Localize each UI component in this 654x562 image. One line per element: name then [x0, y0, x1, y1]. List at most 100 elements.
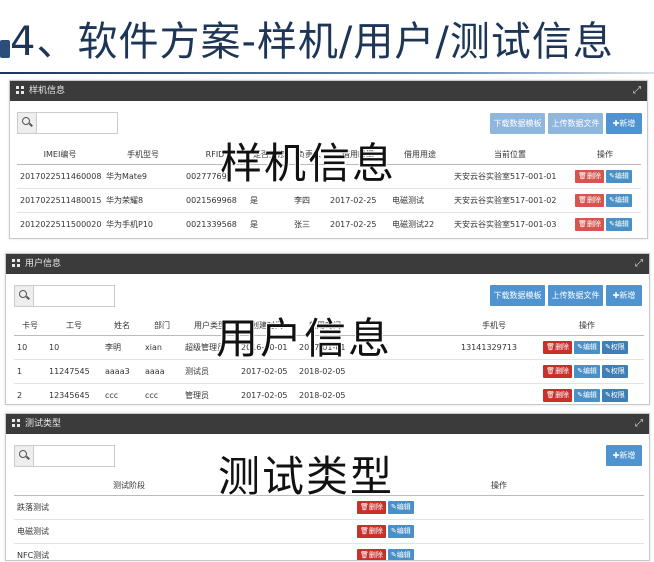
upload-data-button[interactable]: 上传数据文件	[548, 113, 603, 134]
slide-title: 4、软件方案-样机/用户/测试信息	[10, 19, 614, 65]
column-header[interactable]: 手机号	[458, 316, 530, 336]
delete-button[interactable]: 🗑删除	[357, 525, 386, 538]
search-icon[interactable]	[15, 446, 34, 466]
column-header[interactable]: IMEI编号	[17, 145, 103, 165]
edit-button[interactable]: ✎编辑	[574, 389, 600, 402]
delete-button[interactable]: 🗑删除	[357, 501, 386, 514]
column-header[interactable]: 姓名	[102, 316, 142, 336]
search-icon[interactable]	[18, 113, 37, 133]
permission-button[interactable]: ✎权限	[601, 389, 628, 402]
actions-cell: 🗑删除 ✎编辑 ✎权限	[530, 335, 644, 360]
table-row[interactable]: 电磁测试 🗑删除 ✎编辑	[14, 519, 644, 544]
phone-cell	[458, 359, 530, 384]
sample-search-box[interactable]	[17, 112, 118, 134]
test-search-box[interactable]	[14, 445, 115, 467]
purpose-cell: 电磁测试22	[389, 212, 451, 236]
card-cell: 1	[14, 359, 46, 384]
sample-panel-header: 样机信息 ⤢	[10, 81, 647, 101]
title-underline	[0, 72, 654, 74]
grid-icon	[12, 419, 20, 427]
delete-button[interactable]: 🗑删除	[543, 389, 573, 402]
column-header[interactable]: 测试阶段	[14, 476, 244, 496]
purpose-cell: 电磁测试	[389, 188, 451, 213]
delete-button[interactable]: 🗑删除	[357, 549, 386, 560]
user-search-box[interactable]	[14, 285, 115, 307]
repair-cell: 是	[247, 188, 291, 213]
column-header: 操作	[354, 476, 644, 496]
edit-button[interactable]: ✎编辑	[387, 525, 414, 538]
test-phase-cell: 跌落测试	[14, 495, 244, 520]
expand-icon[interactable]: ⤢	[633, 81, 641, 101]
edit-button[interactable]: ✎编辑	[606, 218, 632, 231]
test-type-panel: 测试类型 ⤢ ✚新增 测试阶段 操作 跌落测试 🗑删除 ✎编辑 电磁测试 🗑删除…	[5, 413, 650, 561]
edit-button[interactable]: ✎编辑	[606, 194, 632, 207]
department-cell: ccc	[142, 383, 182, 404]
search-icon[interactable]	[15, 286, 34, 306]
column-header[interactable]: 手机型号	[103, 145, 183, 165]
column-header[interactable]: 工号	[46, 316, 102, 336]
slide-title-bar: 4、软件方案-样机/用户/测试信息	[0, 0, 654, 78]
owner-cell: 李四	[291, 188, 327, 213]
edit-button[interactable]: ✎编辑	[574, 365, 600, 378]
column-header[interactable]: 卡号	[14, 316, 46, 336]
permission-button[interactable]: ✎权限	[601, 365, 628, 378]
upload-data-button[interactable]: 上传数据文件	[548, 285, 603, 306]
download-template-button[interactable]: 下载数据模板	[490, 113, 545, 134]
delete-button[interactable]: 🗑删除	[575, 218, 604, 231]
user-info-panel: 用户信息 ⤢ 下载数据模板 上传数据文件 ✚新增 卡号 工号 姓名 部门 用户类…	[5, 253, 650, 405]
imei-cell: 2017022511480015	[17, 188, 103, 213]
actions-cell: 🗑删除 ✎编辑	[569, 164, 641, 189]
table-row[interactable]: 2017022511480015 华为荣耀8 0021569968 是 李四 2…	[17, 188, 641, 213]
blank-cell	[244, 519, 354, 544]
employee-id-cell: 12345645	[46, 383, 102, 404]
user-type-cell: 管理员	[182, 383, 238, 404]
create-date-cell: 2017-02-05	[238, 383, 296, 404]
add-button[interactable]: ✚新增	[606, 445, 642, 466]
column-header[interactable]: 当前位置	[451, 145, 569, 165]
card-cell: 10	[14, 335, 46, 360]
edit-button[interactable]: ✎编辑	[387, 501, 414, 514]
delete-button[interactable]: 🗑删除	[543, 341, 573, 354]
table-row[interactable]: NFC测试 🗑删除 ✎编辑	[14, 543, 644, 560]
location-cell: 天安云谷实验室517-001-03	[451, 212, 569, 236]
location-cell: 天安云谷实验室517-001-02	[451, 188, 569, 213]
model-cell: 华为荣耀8	[103, 188, 183, 213]
name-cell: 李明	[102, 335, 142, 360]
blank-cell	[354, 383, 458, 404]
column-header[interactable]: 部门	[142, 316, 182, 336]
actions-cell: 🗑删除 ✎编辑 ✎权限	[530, 383, 644, 404]
delete-button[interactable]: 🗑删除	[575, 194, 604, 207]
delete-button[interactable]: 🗑删除	[543, 365, 573, 378]
actions-cell: 🗑删除 ✎编辑	[569, 188, 641, 213]
add-button[interactable]: ✚新增	[606, 285, 642, 306]
borrow-date-cell: 2017-02-25	[327, 212, 389, 236]
table-row[interactable]: 1 11247545 aaaa3 aaaa 测试员 2017-02-05 201…	[14, 359, 644, 384]
download-template-button[interactable]: 下载数据模板	[490, 285, 545, 306]
expand-icon[interactable]: ⤢	[635, 254, 643, 274]
edit-button[interactable]: ✎编辑	[606, 170, 632, 183]
rfid-cell: 0021339568	[183, 212, 247, 236]
expand-icon[interactable]: ⤢	[635, 414, 643, 434]
actions-cell: 🗑删除 ✎编辑	[354, 543, 644, 560]
delete-button[interactable]: 🗑删除	[575, 170, 604, 183]
add-button[interactable]: ✚新增	[606, 113, 642, 134]
department-cell: xian	[142, 335, 182, 360]
user-panel-title: 用户信息	[25, 259, 62, 269]
user-panel-header: 用户信息 ⤢	[6, 254, 649, 274]
table-row[interactable]: 2 12345645 ccc ccc 管理员 2017-02-05 2018-0…	[14, 383, 644, 404]
department-cell: aaaa	[142, 359, 182, 384]
user-type-cell: 测试员	[182, 359, 238, 384]
imei-cell: 2017022511460008	[17, 164, 103, 189]
column-header[interactable]: 借用用途	[389, 145, 451, 165]
edit-button[interactable]: ✎编辑	[387, 549, 414, 560]
model-cell: 华为Mate9	[103, 164, 183, 189]
grid-icon	[16, 86, 24, 94]
imei-cell: 2012022511500020	[17, 212, 103, 236]
owner-cell: 张三	[291, 212, 327, 236]
column-header: 操作	[569, 145, 641, 165]
edit-button[interactable]: ✎编辑	[574, 341, 600, 354]
table-row[interactable]: 2012022511500020 华为手机P10 0021339568 是 张三…	[17, 212, 641, 236]
permission-button[interactable]: ✎权限	[601, 341, 628, 354]
purpose-cell	[389, 164, 451, 189]
disable-date-cell: 2018-02-05	[296, 359, 354, 384]
